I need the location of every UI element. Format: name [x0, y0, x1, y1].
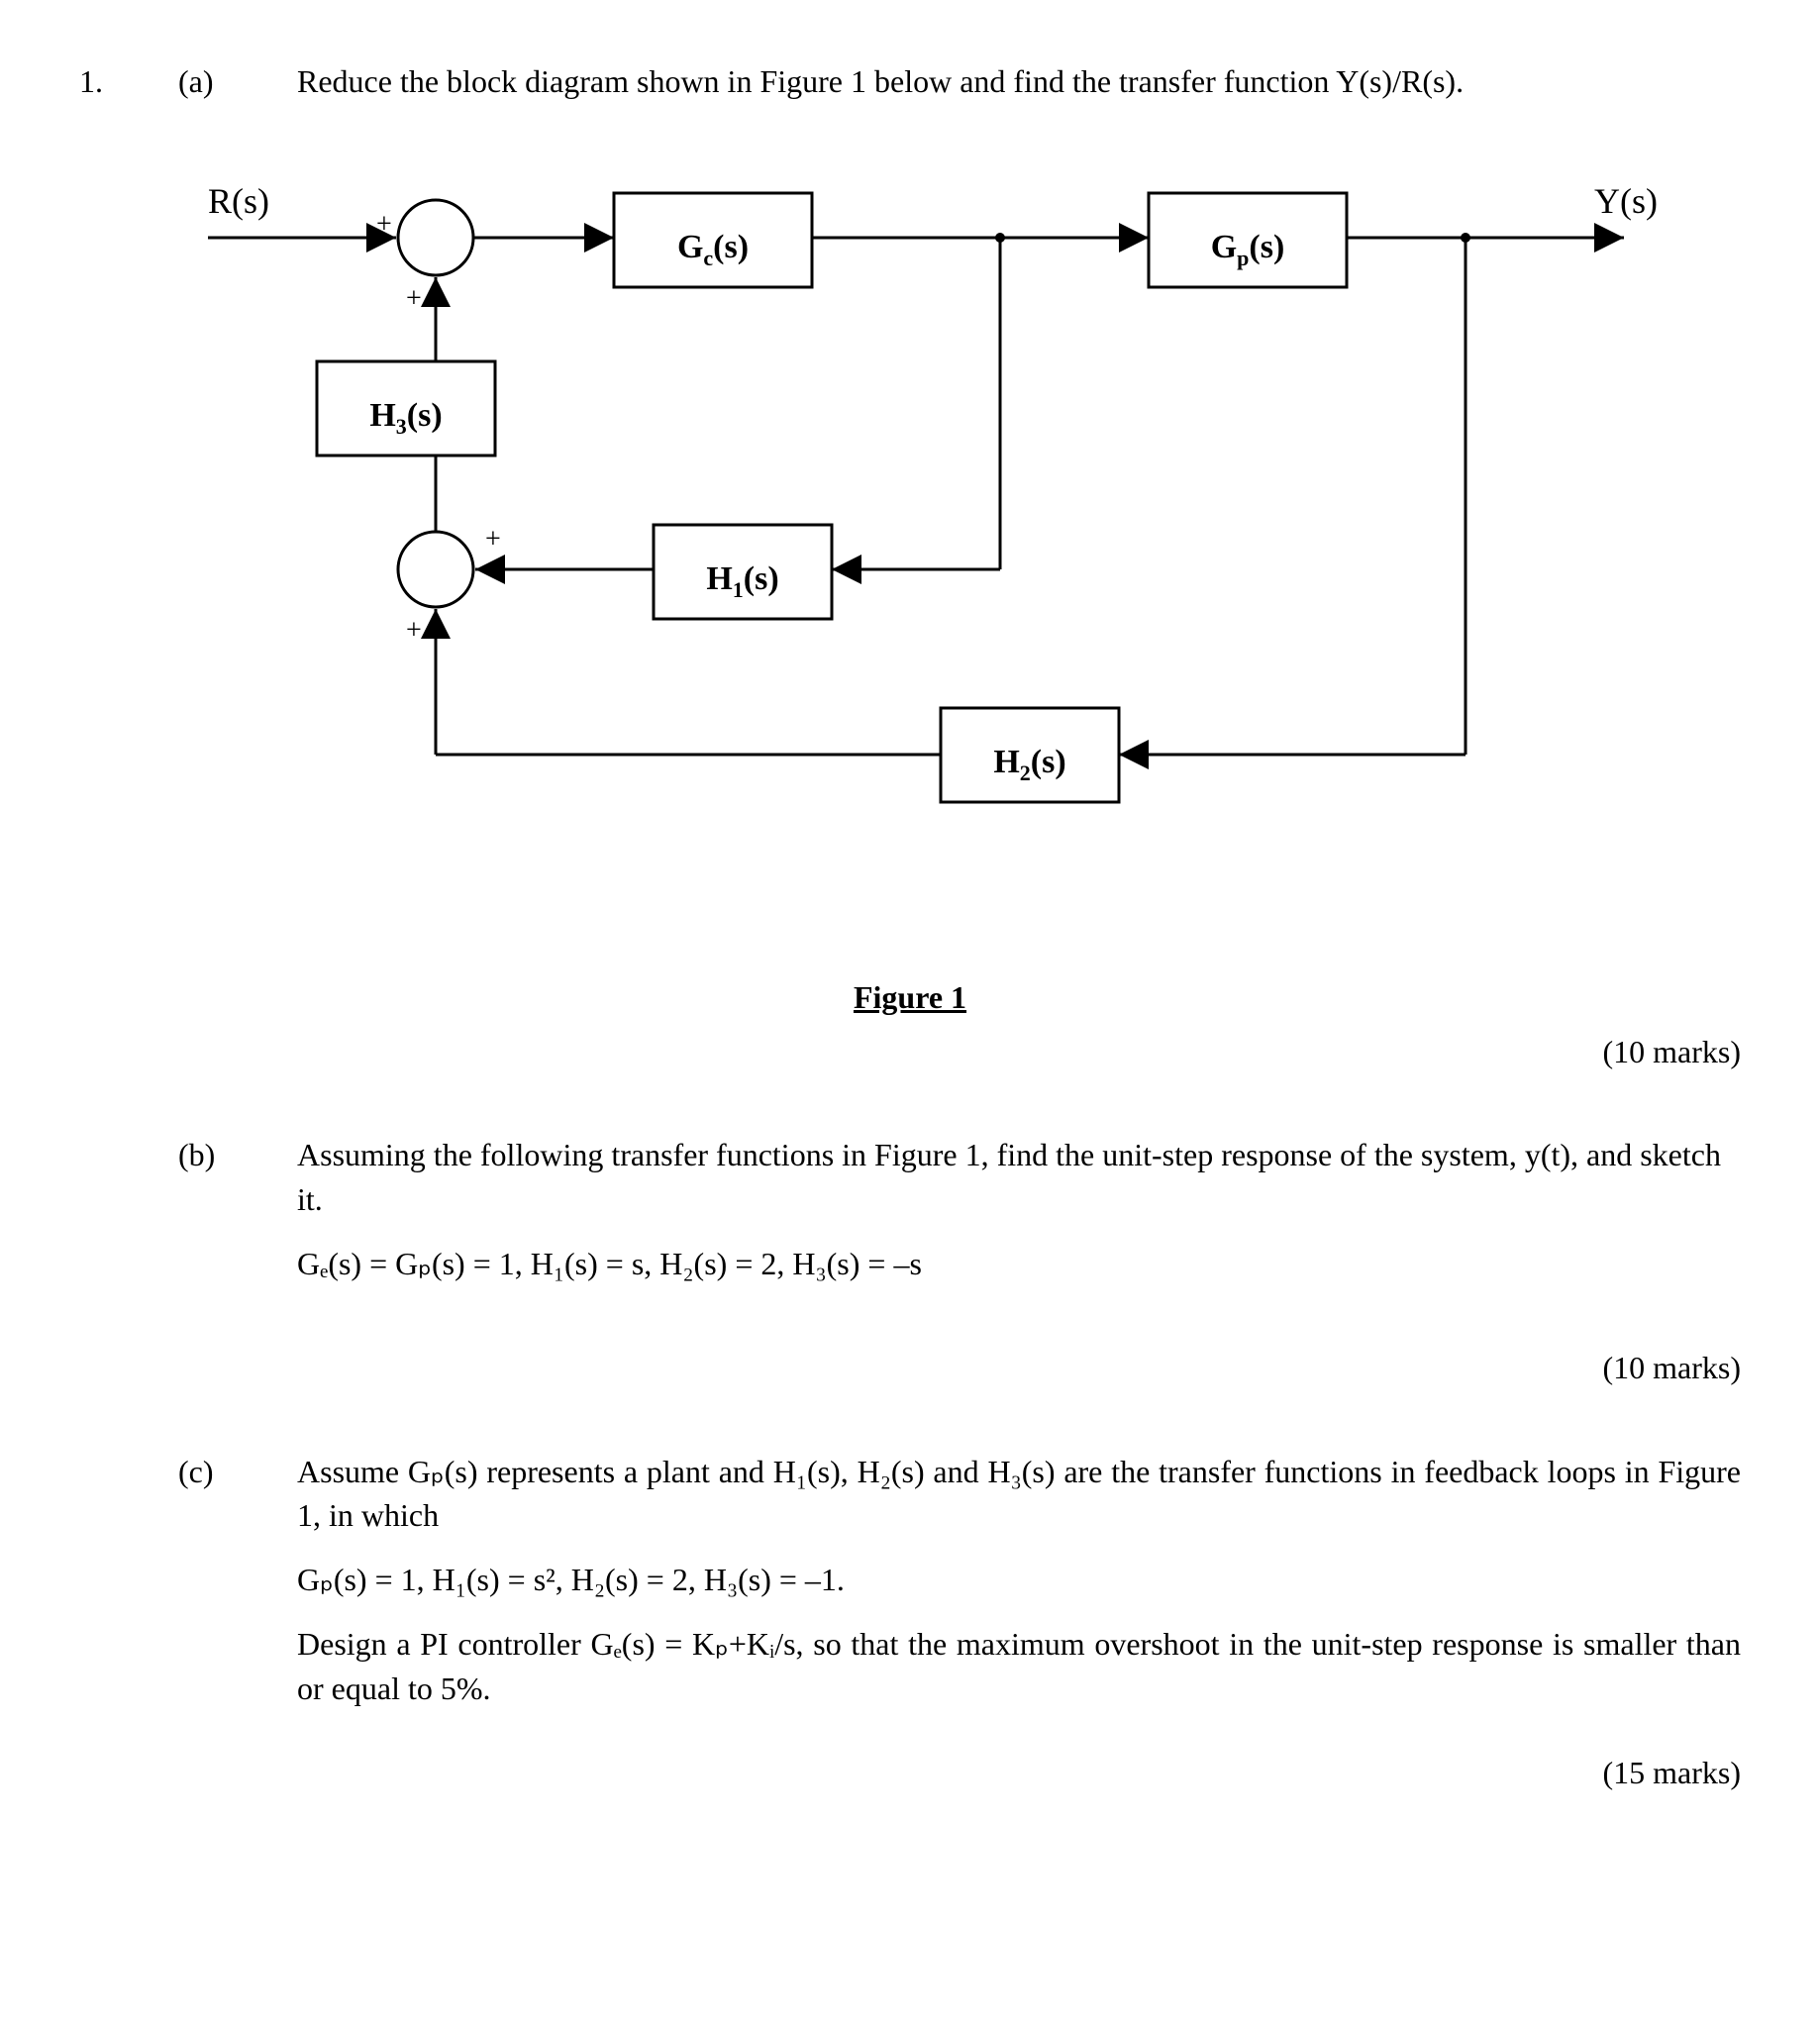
output-label: Y(s)	[1594, 181, 1658, 221]
part-a-row: 1. (a) Reduce the block diagram shown in…	[79, 59, 1741, 104]
part-c-text: Assume Gₚ(s) represents a plant and H₁(s…	[297, 1450, 1741, 1539]
part-b-label: (b)	[178, 1133, 257, 1305]
part-c-label: (c)	[178, 1450, 257, 1711]
sum1-sign-bottom: +	[406, 283, 422, 314]
part-c-text2: Design a PI controller Gₑ(s) = Kₚ+Kᵢ/s, …	[297, 1622, 1741, 1711]
part-a-text: Reduce the block diagram shown in Figure…	[297, 59, 1741, 104]
part-b-row: (b) Assuming the following transfer func…	[79, 1133, 1741, 1305]
part-b-equation: Gₑ(s) = Gₚ(s) = 1, H₁(s) = s, H₂(s) = 2,…	[297, 1242, 1741, 1286]
part-c-row: (c) Assume Gₚ(s) represents a plant and …	[79, 1450, 1741, 1711]
question-number: 1.	[79, 59, 139, 104]
block-h2-label: H2(s)	[993, 744, 1065, 785]
sum1-sign-top: +	[376, 209, 392, 240]
part-b-marks: (10 marks)	[79, 1346, 1741, 1390]
block-gc-label: Gc(s)	[677, 229, 749, 270]
figure-1-diagram: R(s) + + Gc(s) Gp(s) Y(s)	[79, 144, 1741, 956]
summing-junction-1	[398, 200, 473, 275]
summing-junction-2	[398, 532, 473, 607]
figure-caption: Figure 1	[79, 975, 1741, 1020]
part-b-text: Assuming the following transfer function…	[297, 1133, 1741, 1222]
part-c-marks: (15 marks)	[79, 1751, 1741, 1795]
part-a-marks: (10 marks)	[79, 1030, 1741, 1074]
block-h3-label: H3(s)	[369, 397, 442, 439]
sum2-sign-bottom: +	[406, 615, 422, 646]
block-h1-label: H1(s)	[706, 560, 778, 602]
block-gp	[1149, 193, 1347, 287]
part-c-equation: Gₚ(s) = 1, H₁(s) = s², H₂(s) = 2, H₃(s) …	[297, 1558, 1741, 1602]
input-label: R(s)	[208, 181, 269, 221]
page-content: 1. (a) Reduce the block diagram shown in…	[79, 59, 1741, 1794]
sum2-sign-top: +	[485, 524, 501, 555]
part-a-label: (a)	[178, 59, 257, 104]
